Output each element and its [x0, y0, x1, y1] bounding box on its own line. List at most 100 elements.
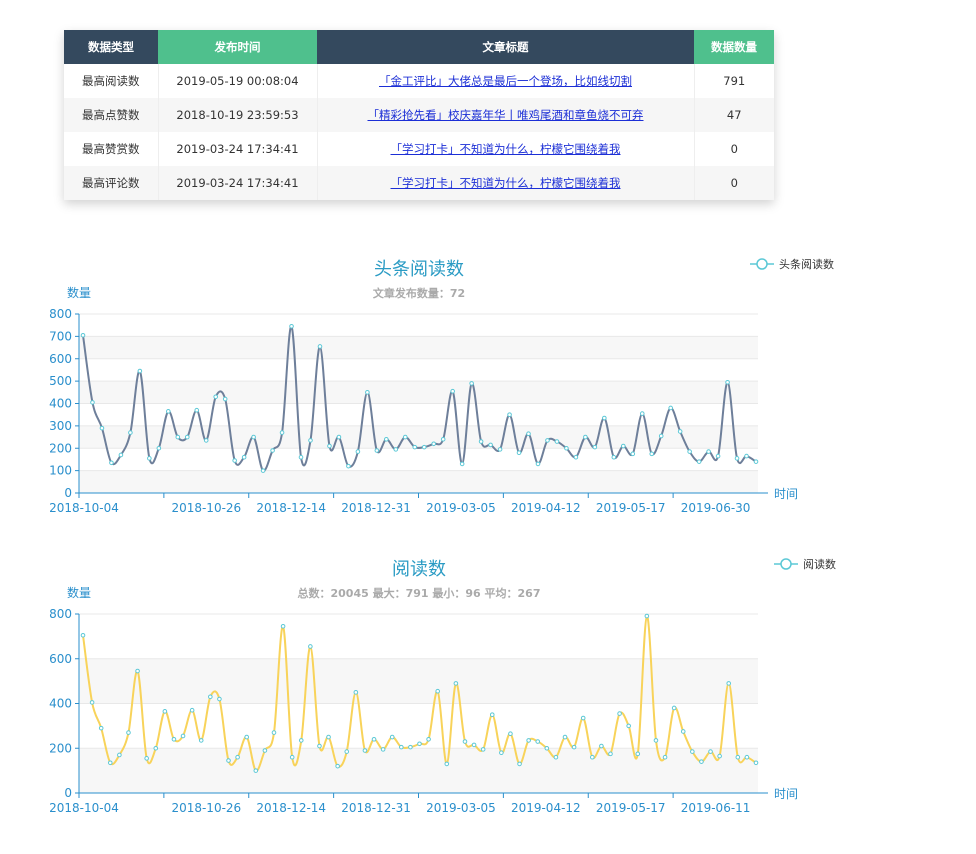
data-point	[355, 449, 361, 454]
x-tick-label: 2018-12-14	[256, 501, 326, 515]
x-tick-label: 2018-10-26	[171, 801, 241, 815]
data-point	[630, 451, 636, 457]
grid-band	[79, 381, 758, 404]
data-point	[583, 434, 588, 440]
y-axis-label: 数量	[67, 585, 91, 600]
y-tick-label: 800	[49, 307, 72, 321]
x-tick-label: 2018-12-31	[341, 501, 411, 515]
data-point	[507, 412, 512, 417]
data-point	[508, 731, 513, 737]
data-point	[469, 381, 474, 386]
data-point	[326, 734, 331, 740]
table-header-row: 数据类型 发布时间 文章标题 数据数量	[64, 30, 774, 64]
x-tick-label: 2019-04-12	[511, 801, 581, 815]
legend-circle-icon	[780, 558, 792, 570]
legend[interactable]: 头条阅读数	[750, 257, 834, 271]
table-row: 最高赞赏数 2019-03-24 17:34:41 「学习打卡」不知道为什么，柠…	[64, 132, 774, 166]
y-tick-label: 500	[49, 374, 72, 388]
data-point	[208, 694, 213, 700]
data-point	[553, 754, 559, 760]
article-title-link[interactable]: 「学习打卡」不知道为什么，柠檬它围绕着我	[391, 176, 621, 190]
data-point	[189, 707, 195, 713]
data-point	[384, 437, 389, 442]
article-title-link[interactable]: 「金工评比」大佬总是最后一个登场，比如线切割	[379, 74, 632, 88]
y-tick-label: 100	[49, 464, 72, 478]
header-data-type: 数据类型	[64, 30, 158, 64]
data-point	[317, 344, 323, 349]
data-point	[298, 738, 304, 743]
data-point	[126, 730, 131, 735]
data-point	[203, 438, 209, 443]
data-point	[117, 752, 122, 758]
data-point	[171, 737, 177, 742]
data-point	[735, 754, 741, 760]
data-point	[653, 738, 659, 743]
reads-svg: 阅读数 总数：20045 最大：791 最小：96 平均：267 数量 时间 阅…	[49, 557, 836, 815]
data-point	[617, 711, 622, 716]
data-point	[471, 742, 477, 748]
data-point	[198, 738, 204, 743]
grid-band	[79, 425, 758, 449]
data-point	[253, 768, 259, 773]
article-title-link[interactable]: 「精彩抢先看」校庆嘉年华丨唯鸡尾酒和章鱼烧不可弃	[368, 108, 644, 122]
data-point	[526, 431, 531, 437]
headline-reads-chart: 头条阅读数 文章发布数量：72 数量 时间 头条阅读数 0 100 200 300 40…	[0, 248, 976, 528]
data-point	[662, 754, 668, 760]
data-point	[417, 741, 422, 747]
grid-band	[79, 470, 758, 493]
data-point	[402, 434, 408, 440]
data-point	[639, 411, 645, 416]
data-point	[346, 463, 351, 469]
legend[interactable]: 阅读数	[774, 557, 836, 571]
data-point	[564, 445, 569, 451]
header-publish-time: 发布时间	[158, 30, 317, 64]
row-count: 47	[694, 98, 774, 132]
y-axis-label: 数量	[67, 285, 91, 300]
data-point	[89, 700, 95, 705]
legend-label: 头条阅读数	[779, 257, 834, 271]
data-point	[109, 460, 114, 466]
data-point	[90, 400, 95, 405]
row-count: 0	[694, 166, 774, 200]
grid-band	[79, 748, 758, 793]
data-point	[608, 751, 613, 757]
y-tick-label: 400	[49, 697, 72, 711]
data-point	[554, 439, 560, 444]
data-point	[715, 453, 721, 459]
data-point	[526, 738, 531, 743]
data-point	[644, 613, 650, 619]
data-point	[365, 390, 370, 395]
data-point	[690, 749, 695, 754]
x-tick-label: 2019-05-17	[596, 501, 666, 515]
y-tick-label: 800	[49, 607, 72, 621]
data-point	[516, 450, 522, 456]
x-tick-label: 2019-06-30	[681, 501, 751, 515]
data-point	[535, 461, 541, 467]
data-point	[450, 388, 455, 394]
data-point	[620, 443, 626, 449]
article-title-link[interactable]: 「学习打卡」不知道为什么，柠檬它围绕着我	[391, 142, 621, 156]
data-point	[611, 454, 617, 460]
table-row: 最高评论数 2019-03-24 17:34:41 「学习打卡」不知道为什么，柠…	[64, 166, 774, 200]
data-point	[562, 734, 568, 740]
row-type: 最高阅读数	[64, 64, 159, 98]
chart-subtitle: 文章发布数量：72	[373, 286, 465, 300]
data-point	[668, 405, 673, 411]
data-point	[573, 454, 579, 460]
data-point	[137, 368, 143, 374]
table-row: 最高点赞数 2018-10-19 23:59:53 「精彩抢先看」校庆嘉年华丨唯…	[64, 98, 774, 132]
data-point	[744, 453, 749, 459]
data-point	[271, 730, 277, 735]
data-point	[517, 761, 522, 767]
data-point	[371, 737, 377, 742]
data-point	[389, 734, 395, 740]
data-point	[374, 448, 380, 453]
data-point	[677, 429, 683, 434]
data-point	[544, 745, 550, 751]
data-point	[298, 454, 304, 460]
row-type: 最高赞赏数	[64, 132, 159, 166]
grid-band	[79, 358, 758, 382]
data-point	[128, 430, 133, 435]
grid-band	[79, 314, 758, 337]
data-point	[335, 763, 340, 769]
